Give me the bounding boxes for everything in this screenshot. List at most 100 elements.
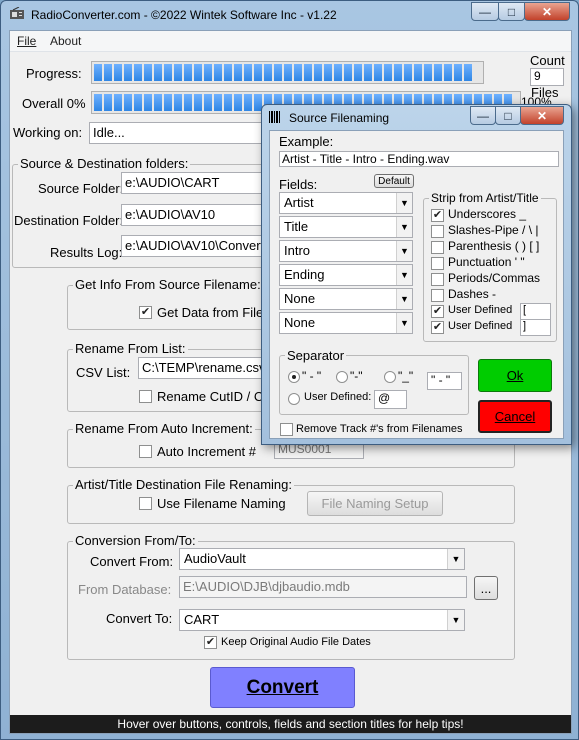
strip-label-1: Underscores _ bbox=[448, 207, 527, 221]
field-select-2[interactable]: Title ▼ bbox=[279, 216, 413, 238]
barcode-icon bbox=[269, 111, 281, 123]
strip-label-6: Dashes - bbox=[448, 287, 497, 301]
field-select-6[interactable]: None ▼ bbox=[279, 312, 413, 334]
progress-segment bbox=[224, 94, 232, 111]
auto-increment-title: Rename From Auto Increment: bbox=[73, 421, 255, 436]
menu-about[interactable]: About bbox=[50, 34, 81, 48]
strip-label-2: Slashes-Pipe / \ | bbox=[448, 223, 539, 237]
default-button[interactable]: Default bbox=[374, 174, 414, 188]
cancel-button-label: Cancel bbox=[494, 409, 536, 424]
strip-checkbox-8[interactable]: ✔ bbox=[431, 321, 444, 334]
convert-button-label: Convert bbox=[246, 676, 319, 698]
progress-segment bbox=[104, 94, 112, 111]
field-select-5-value: None bbox=[284, 291, 316, 306]
menu-file[interactable]: File bbox=[17, 34, 36, 48]
progress-segment bbox=[144, 64, 152, 81]
rename-cutid-checkbox[interactable] bbox=[139, 390, 152, 403]
progress-segment bbox=[324, 64, 332, 81]
progress-segment bbox=[124, 64, 132, 81]
convert-to-select[interactable]: CART ▼ bbox=[179, 609, 465, 631]
chevron-down-icon: ▼ bbox=[396, 313, 412, 333]
progress-segment bbox=[114, 94, 122, 111]
from-database-label: From Database: bbox=[78, 582, 172, 597]
ok-button[interactable]: Ok bbox=[478, 359, 552, 392]
conversion-group-title: Conversion From/To: bbox=[73, 533, 198, 548]
progress-segment bbox=[124, 94, 132, 111]
example-label: Example: bbox=[279, 134, 334, 149]
convert-to-value: CART bbox=[184, 612, 220, 627]
separator-option-2[interactable] bbox=[336, 371, 348, 383]
strip-user-defined-field-7[interactable]: [ bbox=[520, 303, 551, 320]
strip-checkbox-4[interactable] bbox=[431, 257, 444, 270]
minimize-button[interactable]: — bbox=[471, 2, 499, 21]
dialog-minimize-button[interactable]: — bbox=[470, 106, 496, 125]
source-filenaming-dialog: Source Filenaming — □ ✕ Example: Artist … bbox=[261, 104, 572, 445]
use-filename-naming-checkbox[interactable] bbox=[139, 497, 152, 510]
progress-segment bbox=[244, 64, 252, 81]
dialog-client-area: Example: Artist - Title - Intro - Ending… bbox=[269, 130, 564, 439]
progress-segment bbox=[234, 64, 242, 81]
progress-segment bbox=[104, 64, 112, 81]
get-data-checkbox[interactable]: ✔ bbox=[139, 306, 152, 319]
dialog-maximize-button[interactable]: □ bbox=[495, 106, 521, 125]
overall-label: Overall 0% bbox=[22, 96, 86, 111]
remove-track-checkbox[interactable] bbox=[280, 423, 293, 436]
rename-list-title: Rename From List: bbox=[73, 341, 188, 356]
progress-segment bbox=[314, 64, 322, 81]
convert-from-label: Convert From: bbox=[90, 554, 174, 569]
file-naming-setup-button[interactable]: File Naming Setup bbox=[307, 491, 443, 516]
strip-checkbox-7[interactable]: ✔ bbox=[431, 305, 444, 318]
separator-user-defined-field[interactable]: @ bbox=[374, 390, 407, 409]
separator-title: Separator bbox=[285, 348, 347, 363]
convert-button[interactable]: Convert bbox=[210, 667, 355, 708]
remove-track-label: Remove Track #'s from Filenames bbox=[296, 423, 463, 435]
progress-segment bbox=[224, 64, 232, 81]
progress-segment bbox=[274, 64, 282, 81]
destination-folder-label: Destination Folder: bbox=[14, 213, 124, 228]
cancel-button[interactable]: Cancel bbox=[478, 400, 552, 433]
progress-segment bbox=[194, 64, 202, 81]
dialog-close-button[interactable]: ✕ bbox=[520, 106, 564, 125]
from-database-field[interactable]: E:\AUDIO\DJB\djbaudio.mdb bbox=[179, 576, 467, 598]
count-label: Count bbox=[530, 53, 565, 68]
progress-segment bbox=[294, 64, 302, 81]
get-info-title: Get Info From Source Filename: bbox=[73, 277, 263, 292]
working-on-label: Working on: bbox=[13, 125, 83, 140]
chevron-down-icon: ▼ bbox=[396, 217, 412, 237]
field-select-5[interactable]: None ▼ bbox=[279, 288, 413, 310]
close-button[interactable]: ✕ bbox=[524, 2, 570, 21]
field-select-4[interactable]: Ending ▼ bbox=[279, 264, 413, 286]
separator-user-defined-radio[interactable] bbox=[288, 393, 300, 405]
progress-segment bbox=[444, 64, 452, 81]
maximize-button[interactable]: □ bbox=[498, 2, 525, 21]
window-title: RadioConverter.com - ©2022 Wintek Softwa… bbox=[31, 8, 337, 22]
auto-increment-checkbox[interactable] bbox=[139, 445, 152, 458]
strip-checkbox-6[interactable] bbox=[431, 289, 444, 302]
strip-checkbox-5[interactable] bbox=[431, 273, 444, 286]
keep-dates-label: Keep Original Audio File Dates bbox=[221, 636, 371, 648]
field-select-4-value: Ending bbox=[284, 267, 325, 282]
strip-checkbox-3[interactable] bbox=[431, 241, 444, 254]
progress-segment bbox=[194, 94, 202, 111]
field-select-1[interactable]: Artist ▼ bbox=[279, 192, 413, 214]
progress-segment bbox=[254, 64, 262, 81]
separator-option-2-label: "-" bbox=[350, 369, 363, 383]
convert-from-select[interactable]: AudioVault ▼ bbox=[179, 548, 465, 570]
separator-option-1[interactable] bbox=[288, 371, 300, 383]
status-bar: Hover over buttons, controls, fields and… bbox=[10, 715, 571, 733]
browse-database-button[interactable]: ... bbox=[474, 576, 498, 600]
field-select-3[interactable]: Intro ▼ bbox=[279, 240, 413, 262]
progress-segment bbox=[264, 64, 272, 81]
separator-option-3-label: "_" bbox=[398, 369, 414, 383]
example-field: Artist - Title - Intro - Ending.wav bbox=[279, 151, 559, 167]
strip-checkbox-2[interactable] bbox=[431, 225, 444, 238]
progress-segment bbox=[374, 64, 382, 81]
progress-segment bbox=[384, 64, 392, 81]
progress-segment bbox=[464, 64, 472, 81]
strip-user-defined-field-8[interactable]: ] bbox=[520, 319, 551, 336]
progress-segment bbox=[174, 64, 182, 81]
strip-checkbox-1[interactable]: ✔ bbox=[431, 209, 444, 222]
keep-dates-checkbox[interactable]: ✔ bbox=[204, 636, 217, 649]
fields-label: Fields: bbox=[279, 177, 318, 192]
separator-option-3[interactable] bbox=[384, 371, 396, 383]
